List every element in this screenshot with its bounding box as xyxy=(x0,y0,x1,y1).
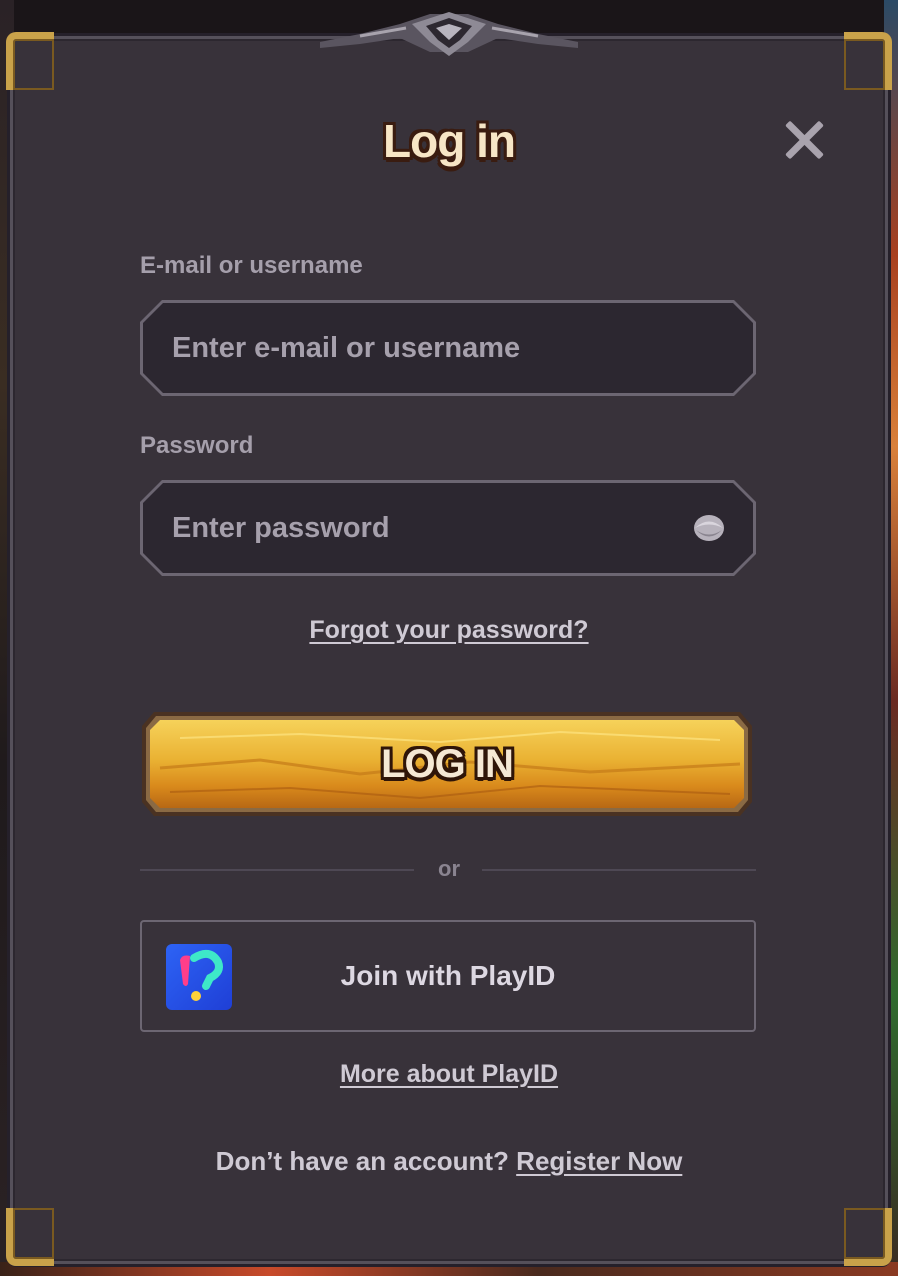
password-label: Password xyxy=(140,432,254,459)
username-field[interactable] xyxy=(140,300,756,396)
background-scene-bottom xyxy=(0,1262,898,1276)
password-input[interactable] xyxy=(172,483,672,573)
eye-icon[interactable] xyxy=(693,513,725,543)
gold-corner-ornament xyxy=(6,1208,54,1266)
gold-corner-ornament xyxy=(844,32,892,90)
username-input[interactable] xyxy=(172,303,672,393)
dialog-title: Log in xyxy=(383,115,516,167)
crest-ornament-icon xyxy=(320,12,578,56)
forgot-password-link: Forgot your password? xyxy=(0,616,898,645)
register-prompt-text: Don’t have an account? xyxy=(215,1146,509,1176)
playid-button-label: Join with PlayID xyxy=(340,960,556,991)
gold-corner-ornament xyxy=(844,1208,892,1266)
more-about-playid-text[interactable]: More about PlayID xyxy=(340,1060,558,1088)
username-label: E-mail or username xyxy=(140,252,363,279)
divider-line-right xyxy=(482,869,756,871)
register-now-link[interactable]: Register Now xyxy=(516,1146,682,1176)
forgot-password-text[interactable]: Forgot your password? xyxy=(309,616,588,644)
more-about-playid-link: More about PlayID xyxy=(0,1060,898,1089)
login-button-label: LOG IN xyxy=(381,741,514,786)
login-button[interactable]: LOG IN xyxy=(140,708,754,820)
close-icon[interactable] xyxy=(782,118,826,162)
gold-corner-ornament xyxy=(6,32,54,90)
join-with-playid-button[interactable]: Join with PlayID xyxy=(140,920,756,1032)
register-prompt: Don’t have an account? Register Now xyxy=(0,1146,898,1177)
divider-or: or xyxy=(438,856,460,881)
password-field[interactable] xyxy=(140,480,756,576)
